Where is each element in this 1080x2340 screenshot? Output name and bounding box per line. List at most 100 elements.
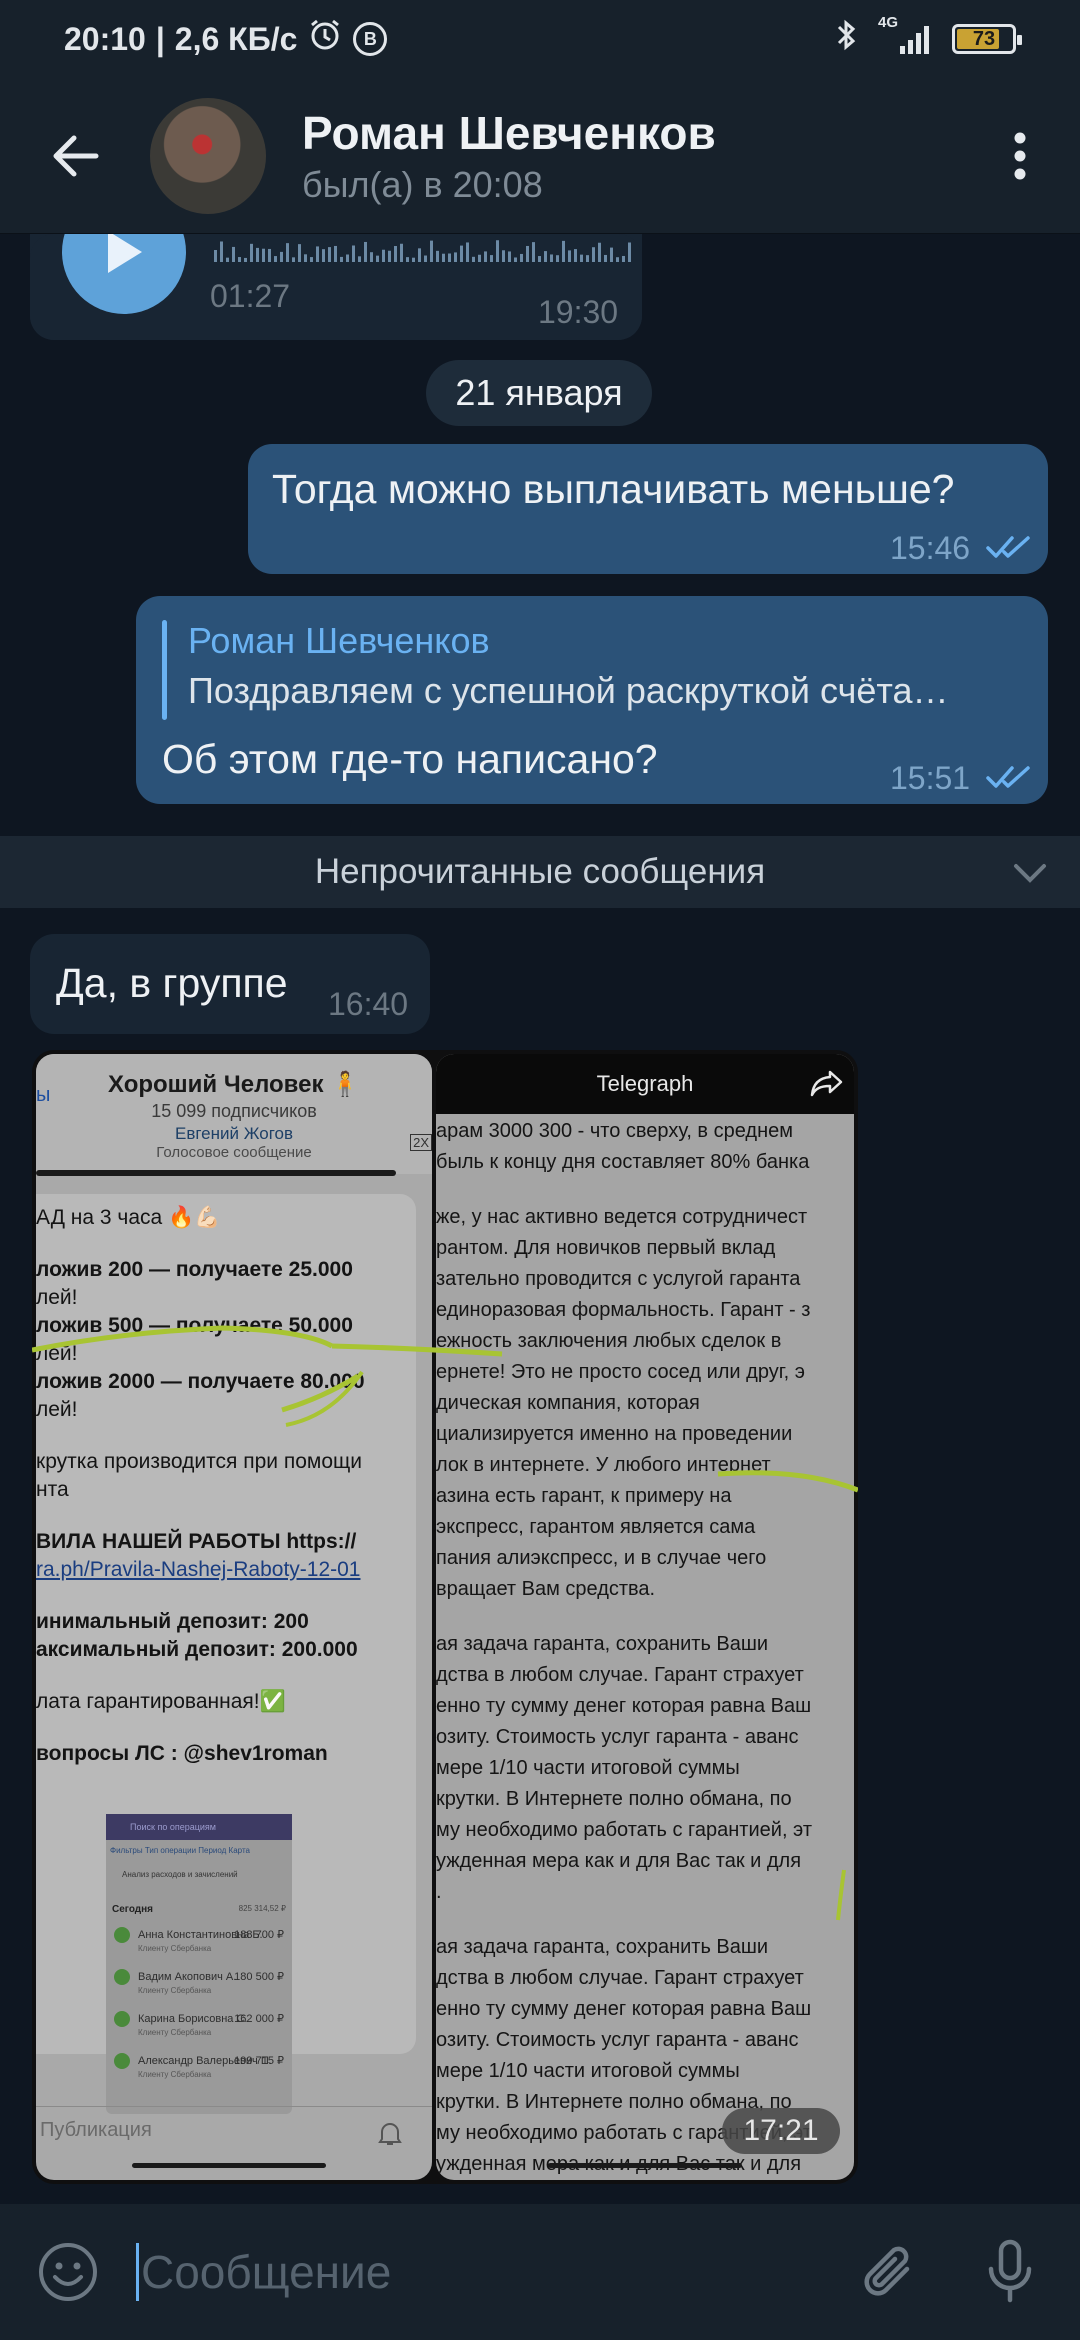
- waveform-bar: [406, 257, 409, 262]
- outgoing-message[interactable]: Тогда можно выплачивать меньше? 15:46: [248, 444, 1048, 574]
- article-line: мере 1/10 части итоговой суммы: [436, 1757, 740, 1779]
- waveform-bar: [622, 255, 625, 262]
- publication-placeholder: Публикация: [40, 2119, 152, 2141]
- chevron-down-icon[interactable]: [1010, 852, 1050, 892]
- article-line: ужденная мера как и для Вас так и для: [436, 1850, 802, 1872]
- waveform-bar: [430, 240, 433, 262]
- microphone-button[interactable]: [950, 2204, 1070, 2340]
- more-vertical-icon: [1014, 132, 1026, 179]
- article-line: дства в любом случае. Гарант страхует: [436, 1664, 804, 1686]
- bank-row-sub: Клиенту Сбербанка: [138, 1944, 212, 1953]
- waveform-bar: [610, 247, 613, 262]
- waveform-bar: [316, 246, 319, 262]
- waveform-bar: [280, 251, 283, 262]
- waveform-bar: [592, 247, 595, 262]
- signal-icon: 4G: [878, 14, 934, 56]
- article-line: ернете! Это не просто сосед или друг, э: [436, 1361, 805, 1383]
- double-check-icon: [986, 766, 1030, 788]
- waveform-bar: [574, 249, 577, 262]
- post-line: ВИЛА НАШЕЙ РАБОТЫ https://: [36, 1530, 357, 1553]
- share-icon: [810, 1070, 843, 1097]
- waveform-bar: [376, 255, 379, 262]
- post-spacer: [36, 1716, 416, 1740]
- post-spacer: [36, 1424, 416, 1448]
- article-line: .: [436, 1881, 442, 1903]
- screenshot-telegraph: Telegraph арам 3000 300 - что сверху, в …: [436, 1054, 854, 2180]
- attach-button[interactable]: [830, 2204, 950, 2340]
- incoming-message[interactable]: Да, в группе 16:40: [30, 934, 430, 1034]
- waveform-bar: [268, 248, 271, 262]
- waveform-bar: [394, 246, 397, 262]
- telegraph-title: Telegraph: [596, 1071, 694, 1096]
- message-input[interactable]: Сообщение: [136, 2222, 830, 2322]
- network-type: 4G: [878, 14, 899, 31]
- waveform-bar: [340, 256, 343, 262]
- waveform-bar: [580, 254, 583, 262]
- reply-quote[interactable]: Роман Шевченков Поздравляем с успешной р…: [162, 620, 1032, 720]
- article-line: экспресс, гарантом является сама: [436, 1516, 756, 1538]
- avatar[interactable]: [150, 97, 266, 214]
- waveform-bar: [598, 242, 601, 262]
- waveform-bar: [292, 257, 295, 262]
- channel-subscribers: 15 099 подписчиков: [151, 1101, 317, 1121]
- article-line: дства в любом случае. Гарант страхует: [436, 1967, 804, 1989]
- voice-time: 19:30: [538, 294, 619, 330]
- bank-row-amount: 162 000 ₽: [234, 2013, 284, 2025]
- back-button[interactable]: [0, 78, 150, 234]
- telegraph-article: арам 3000 300 - что сверху, в среднем был…: [436, 1116, 854, 2180]
- emoji-button[interactable]: [0, 2204, 136, 2340]
- post-spacer: [36, 1664, 416, 1688]
- waveform-bar: [262, 248, 265, 262]
- photo-message[interactable]: ы Хороший Человек 🧍 15 099 подписчиков Е…: [32, 1050, 858, 2184]
- message-text: Да, в группе: [56, 960, 288, 1006]
- post-line: ra.ph/Pravila-Nashej-Raboty-12-01: [36, 1558, 361, 1581]
- waveform-bar: [364, 241, 367, 262]
- telegraph-header: Telegraph: [436, 1054, 854, 1114]
- chat-title-box[interactable]: Роман Шевченков был(а) в 20:08: [302, 106, 716, 206]
- article-line: циализируется именно на проведении: [436, 1423, 793, 1445]
- article-line: пания алиэкспресс, и в случае чего: [436, 1547, 767, 1569]
- waveform-bar: [346, 254, 349, 262]
- waveform-bar: [244, 257, 247, 262]
- waveform-bar: [214, 250, 217, 262]
- waveform-bar: [424, 255, 427, 262]
- waveform-bar: [568, 250, 571, 262]
- bank-row-name: Карина Борисовна С.: [138, 2012, 248, 2025]
- outgoing-reply-message[interactable]: Роман Шевченков Поздравляем с успешной р…: [136, 596, 1048, 804]
- embedded-bank-screenshot: Поиск по операциям Фильтры Тип операции …: [106, 1814, 292, 2114]
- post-spacer: [36, 1584, 416, 1608]
- bank-row-sub: Клиенту Сбербанка: [138, 2070, 212, 2079]
- post-line: нта: [36, 1478, 69, 1501]
- article-line: енно ту сумму денег которая равна Ваш: [436, 1998, 812, 2020]
- more-menu-button[interactable]: [960, 78, 1080, 234]
- article-spacer: [436, 1908, 854, 1932]
- waveform-bar: [478, 254, 481, 262]
- b-status-icon: B: [353, 22, 388, 56]
- article-line: ая задача гаранта, сохранить Ваши: [436, 1633, 769, 1655]
- bank-transaction-row: Александр Валерьевич П. 199 715 ₽ Клиенту …: [114, 2052, 284, 2088]
- reply-author: Роман Шевченков: [188, 620, 490, 661]
- message-time: 15:51: [890, 760, 971, 796]
- bank-search-bar: Поиск по операциям: [106, 1814, 292, 1840]
- waveform-bar: [310, 257, 313, 262]
- bank-today: Сегодня: [112, 1904, 154, 1915]
- bank-row-amount: 180 500 ₽: [234, 1971, 284, 1983]
- waveform-bar: [562, 240, 565, 262]
- post-line: вопросы ЛС : @shev1roman: [36, 1742, 328, 1765]
- bank-row-sub: Клиенту Сбербанка: [138, 1986, 212, 1995]
- status-bar: 20:10 | 2,6 КБ/с B 4G 73: [0, 0, 1080, 78]
- status-time: 20:10: [64, 20, 146, 57]
- waveform-bar: [256, 247, 259, 262]
- bank-row-name: Вадим Акопович А.: [138, 1970, 237, 1983]
- article-line: му необходимо работать с гарантией, эт: [436, 1819, 812, 1841]
- waveform-bar: [454, 252, 457, 262]
- article-line: ежность заключения любых сделок в: [436, 1330, 782, 1352]
- post-spacer: [36, 1504, 416, 1528]
- waveform-bar: [418, 248, 421, 262]
- article-line: ая задача гаранта, сохранить Ваши: [436, 1936, 769, 1958]
- battery-icon: 73: [952, 24, 1022, 54]
- unread-messages-divider: Непрочитанные сообщения: [0, 836, 1080, 908]
- message-placeholder: Сообщение: [141, 2246, 392, 2298]
- waveform-bar: [532, 242, 535, 262]
- bank-transaction-row: Вадим Акопович А. 180 500 ₽ Клиенту Сберба…: [114, 1968, 284, 2004]
